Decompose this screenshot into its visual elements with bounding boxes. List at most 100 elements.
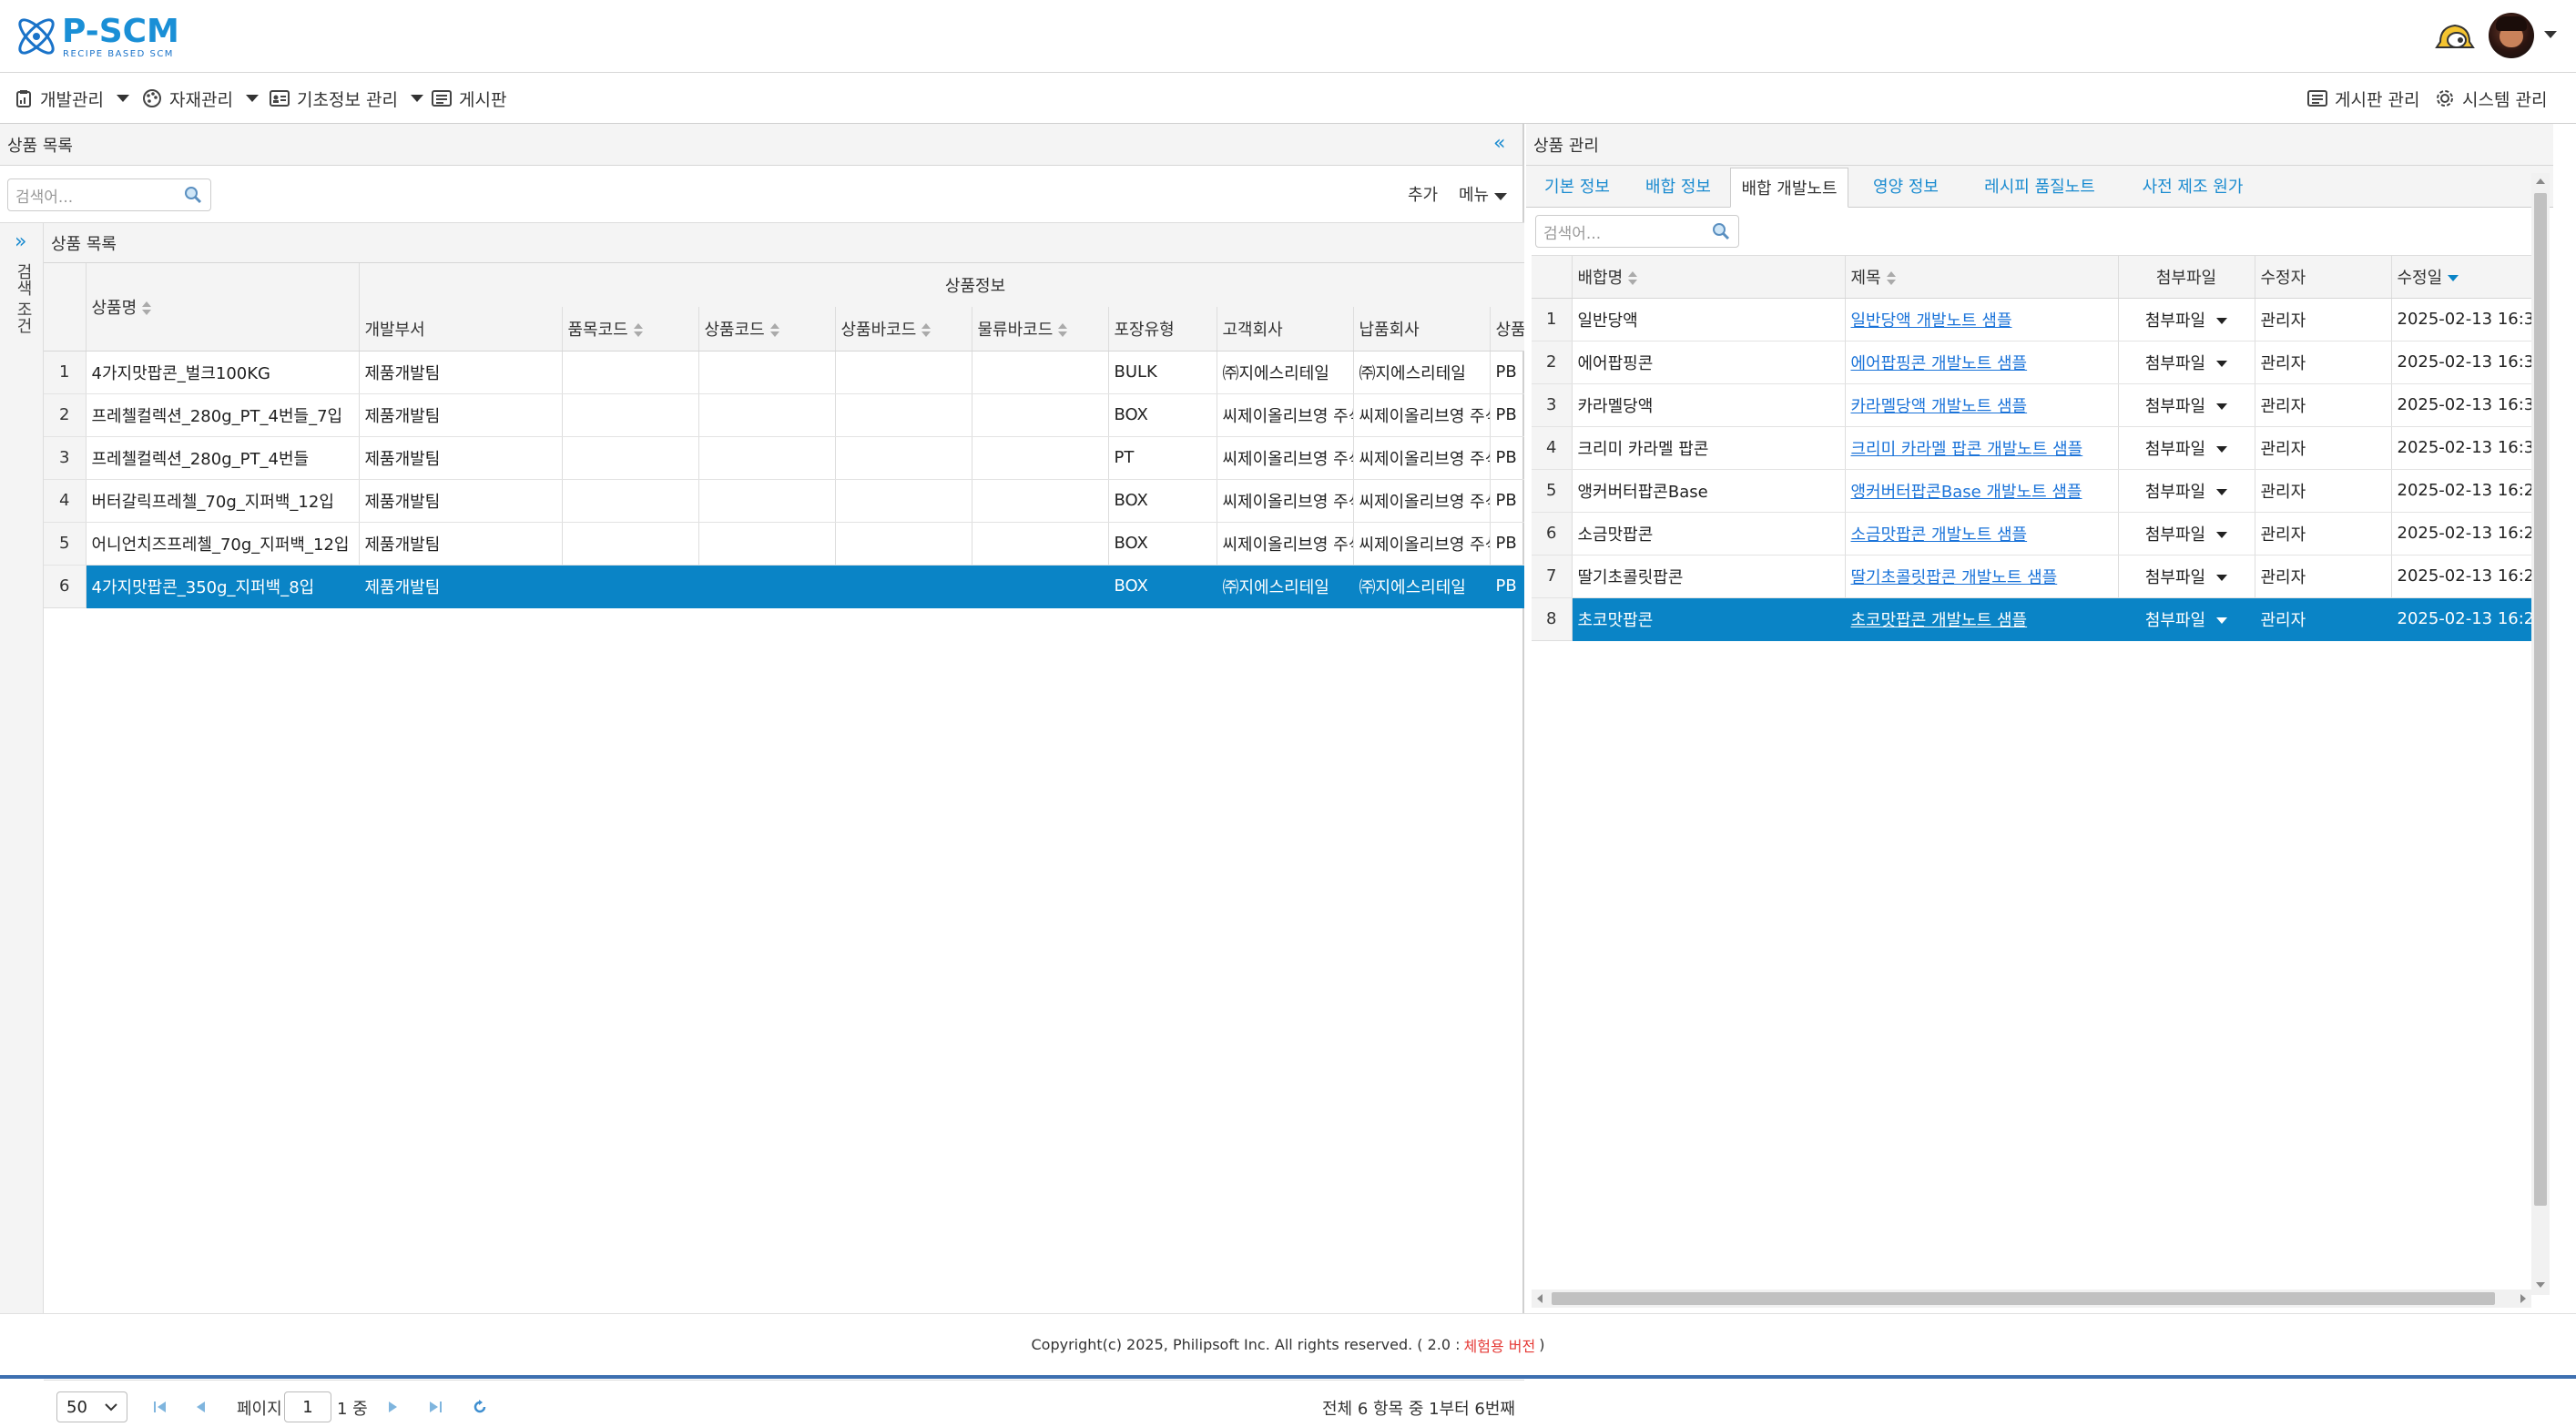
modified-date-cell[interactable]: 2025-02-13 16:29 xyxy=(2391,469,2531,513)
expand-sidebar-icon[interactable]: » xyxy=(15,230,26,253)
table-row[interactable]: 1 일반당액 일반당액 개발노트 샘플 첨부파일 관리자 2025-02-13 16:33 xyxy=(1532,298,2531,341)
title-cell[interactable]: 크리미 카라멜 팝콘 개발노트 샘플 xyxy=(1845,426,2119,470)
editor-cell[interactable]: 관리자 xyxy=(2255,597,2392,641)
table-cell[interactable]: 제품개발팀 xyxy=(359,522,563,566)
formula-name-cell[interactable]: 일반당액 xyxy=(1572,298,1846,341)
sort-icon[interactable] xyxy=(1628,270,1638,286)
menu-button[interactable]: 메뉴 xyxy=(1459,182,1508,206)
column-header-item-code[interactable]: 품목코드 xyxy=(562,307,699,352)
table-cell[interactable]: PB xyxy=(1490,393,1524,437)
first-page-button[interactable] xyxy=(153,1387,168,1427)
table-cell[interactable] xyxy=(835,393,972,437)
table-cell[interactable]: BOX xyxy=(1108,565,1217,608)
formula-name-cell[interactable]: 딸기초콜릿팝콘 xyxy=(1572,555,1846,598)
column-header-product-name[interactable]: 상품명 xyxy=(86,263,360,352)
table-cell[interactable]: 어니언치즈프레첼_70g_지퍼백_12입 xyxy=(86,522,360,566)
tab-formula-info[interactable]: 배합 정보 xyxy=(1628,166,1728,206)
table-cell[interactable]: 씨제이올리브영 주식 xyxy=(1353,393,1491,437)
table-cell[interactable] xyxy=(698,351,836,394)
table-cell[interactable] xyxy=(562,479,699,523)
title-cell[interactable]: 소금맛팝콘 개발노트 샘플 xyxy=(1845,512,2119,556)
table-cell[interactable]: 씨제이올리브영 주식 xyxy=(1217,522,1354,566)
table-cell[interactable]: 제품개발팀 xyxy=(359,565,563,608)
table-cell[interactable]: 버터갈릭프레첼_70g_지퍼백_12입 xyxy=(86,479,360,523)
search-icon[interactable] xyxy=(1711,221,1731,241)
table-cell[interactable] xyxy=(835,479,972,523)
scroll-left-icon[interactable] xyxy=(1537,1294,1543,1303)
table-row[interactable]: 3 프레첼컬렉션_280g_PT_4번들 제품개발팀 PT 씨제이올리브영 주식 씨제이올… xyxy=(44,436,1524,480)
table-cell[interactable] xyxy=(835,436,972,480)
table-row[interactable]: 4 크리미 카라멜 팝콘 크리미 카라멜 팝콘 개발노트 샘플 첨부파일 관리자 2025… xyxy=(1532,426,2531,470)
menu-board-management[interactable]: 게시판 관리 xyxy=(2307,73,2419,124)
table-cell[interactable]: PB xyxy=(1490,479,1524,523)
table-cell[interactable]: PT xyxy=(1108,436,1217,480)
editor-cell[interactable]: 관리자 xyxy=(2255,383,2392,427)
table-cell[interactable]: 프레첼컬렉션_280g_PT_4번들_7입 xyxy=(86,393,360,437)
table-cell[interactable]: 제품개발팀 xyxy=(359,436,563,480)
table-cell[interactable] xyxy=(972,479,1109,523)
table-cell[interactable]: 제품개발팀 xyxy=(359,351,563,394)
title-link[interactable]: 딸기초콜릿팝콘 개발노트 샘플 xyxy=(1851,568,2058,587)
table-cell[interactable]: 씨제이올리브영 주식 xyxy=(1217,479,1354,523)
table-cell[interactable]: ㈜지에스리테일 xyxy=(1353,565,1491,608)
table-cell[interactable]: ㈜지에스리테일 xyxy=(1217,351,1354,394)
column-header-formula-name[interactable]: 배합명 xyxy=(1572,256,1846,299)
sort-descending-icon[interactable] xyxy=(2448,275,2459,282)
menu-system-management[interactable]: 시스템 관리 xyxy=(2435,73,2547,124)
table-cell[interactable]: 제품개발팀 xyxy=(359,393,563,437)
scrollbar-thumb[interactable] xyxy=(1552,1292,2495,1305)
column-header-editor[interactable]: 수정자 xyxy=(2255,256,2392,299)
scroll-right-icon[interactable] xyxy=(2520,1294,2526,1303)
modified-date-cell[interactable]: 2025-02-13 16:31 xyxy=(2391,383,2531,427)
table-cell[interactable] xyxy=(972,565,1109,608)
table-cell[interactable]: 씨제이올리브영 주식 xyxy=(1353,436,1491,480)
menu-dev-management[interactable]: 개발관리 xyxy=(15,73,129,124)
table-row[interactable]: 6 소금맛팝콘 소금맛팝콘 개발노트 샘플 첨부파일 관리자 2025-02-13 16:… xyxy=(1532,512,2531,556)
scroll-down-icon[interactable] xyxy=(2536,1282,2545,1288)
title-cell[interactable]: 일반당액 개발노트 샘플 xyxy=(1845,298,2119,341)
chevron-down-icon[interactable] xyxy=(2216,361,2228,367)
table-cell[interactable] xyxy=(972,436,1109,480)
tab-formula-dev-note[interactable]: 배합 개발노트 xyxy=(1730,168,1848,208)
column-header-package-type[interactable]: 포장유형 xyxy=(1108,307,1217,352)
column-header-product-barcode[interactable]: 상품바코드 xyxy=(835,307,972,352)
table-row[interactable]: 5 앵커버터팝콘Base 앵커버터팝콘Base 개발노트 샘플 첨부파일 관리자 2025… xyxy=(1532,469,2531,513)
table-cell[interactable]: ㈜지에스리테일 xyxy=(1353,351,1491,394)
table-row[interactable]: 7 딸기초콜릿팝콘 딸기초콜릿팝콘 개발노트 샘플 첨부파일 관리자 2025-02-13… xyxy=(1532,555,2531,598)
chevron-down-icon[interactable] xyxy=(2216,489,2228,495)
add-button[interactable]: 추가 xyxy=(1408,182,1438,206)
chevron-down-icon[interactable] xyxy=(2216,318,2228,324)
table-cell[interactable]: 프레첼컬렉션_280g_PT_4번들 xyxy=(86,436,360,480)
table-cell[interactable] xyxy=(562,393,699,437)
scroll-up-icon[interactable] xyxy=(2536,178,2545,184)
table-cell[interactable]: PB xyxy=(1490,565,1524,608)
title-cell[interactable]: 딸기초콜릿팝콘 개발노트 샘플 xyxy=(1845,555,2119,598)
menu-material-management[interactable]: 자재관리 xyxy=(142,73,259,124)
table-cell[interactable] xyxy=(698,565,836,608)
modified-date-cell[interactable]: 2025-02-13 16:26 xyxy=(2391,597,2531,641)
table-cell[interactable]: PB xyxy=(1490,522,1524,566)
modified-date-cell[interactable]: 2025-02-13 16:32 xyxy=(2391,341,2531,384)
editor-cell[interactable]: 관리자 xyxy=(2255,298,2392,341)
modified-date-cell[interactable]: 2025-02-13 16:27 xyxy=(2391,555,2531,598)
column-header-customer[interactable]: 고객회사 xyxy=(1217,307,1354,352)
search-icon[interactable] xyxy=(183,185,203,205)
table-cell[interactable] xyxy=(835,522,972,566)
table-cell[interactable]: PB xyxy=(1490,436,1524,480)
app-logo[interactable]: P-SCM RECIPE BASED SCM xyxy=(13,9,222,62)
page-number-input[interactable]: 1 xyxy=(284,1391,331,1422)
table-cell[interactable] xyxy=(698,393,836,437)
dev-note-search-input[interactable]: 검색어... xyxy=(1535,215,1739,248)
table-cell[interactable] xyxy=(698,479,836,523)
table-cell[interactable] xyxy=(972,393,1109,437)
menu-board[interactable]: 게시판 xyxy=(432,73,506,124)
column-header-dept[interactable]: 개발부서 xyxy=(359,307,563,352)
title-cell[interactable]: 카라멜당액 개발노트 샘플 xyxy=(1845,383,2119,427)
table-cell[interactable]: 4가지맛팝콘_350g_지퍼백_8입 xyxy=(86,565,360,608)
user-avatar[interactable] xyxy=(2489,13,2534,58)
formula-name-cell[interactable]: 크리미 카라멜 팝콘 xyxy=(1572,426,1846,470)
modified-date-cell[interactable]: 2025-02-13 16:33 xyxy=(2391,298,2531,341)
table-row[interactable]: 5 어니언치즈프레첼_70g_지퍼백_12입 제품개발팀 BOX 씨제이올리브영 주식 씨… xyxy=(44,522,1524,566)
column-header-modified-date[interactable]: 수정일 xyxy=(2391,256,2531,299)
table-cell[interactable]: 씨제이올리브영 주식 xyxy=(1353,522,1491,566)
